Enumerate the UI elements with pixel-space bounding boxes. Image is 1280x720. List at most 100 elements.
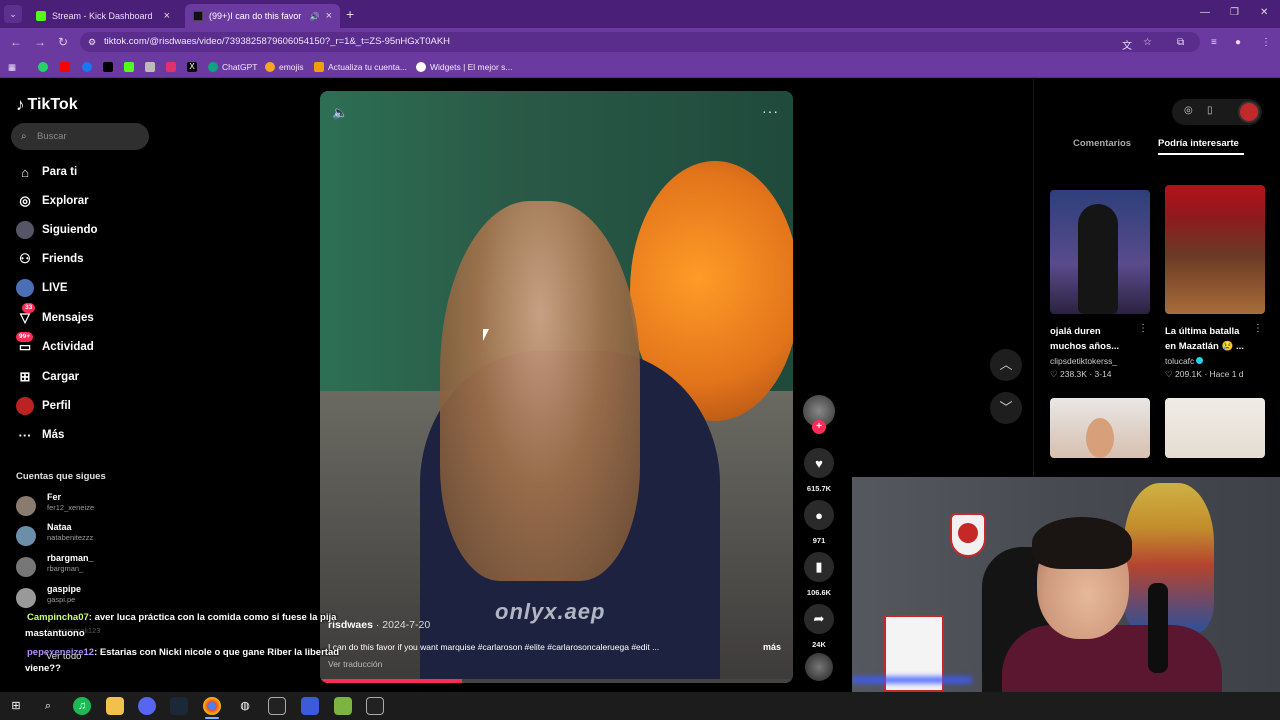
previous-video-button[interactable]: ︿ (990, 349, 1022, 381)
video-author[interactable]: risdwaes · 2024-7-20 (328, 619, 430, 631)
nav-siguiendo[interactable]: Siguiendo (16, 219, 98, 241)
steam-icon[interactable] (170, 697, 188, 715)
profile-avatar-icon[interactable]: ● (1235, 37, 1241, 48)
video-player[interactable]: 🔈 ··· onlyx.aep risdwaes · 2024-7-20 I c… (320, 91, 793, 683)
bookmark-star-icon[interactable]: ☆ (1143, 37, 1152, 48)
search-input[interactable]: ⌕ Buscar (11, 123, 149, 150)
heart-outline-icon: ♡ (1050, 369, 1058, 379)
heart-icon[interactable]: ♥ (804, 448, 834, 478)
nav-mas[interactable]: ··· Más (16, 424, 65, 446)
site-info-icon[interactable]: ⚙ (88, 32, 96, 52)
more-options-icon[interactable]: ··· (762, 103, 779, 119)
bookmark-chatgpt[interactable]: ChatGPT (208, 60, 257, 74)
card-user[interactable]: tolucafc (1165, 356, 1265, 366)
obs-icon[interactable]: ◍ (236, 697, 254, 715)
device-icon[interactable]: ▯ (1207, 105, 1213, 116)
suggested-video-card[interactable]: ⋮ La última batalla en Mazatlán 😢 ... to… (1165, 185, 1265, 380)
translate-button[interactable]: Ver traducción (328, 659, 382, 669)
restore-icon[interactable]: ❐ (1230, 7, 1239, 18)
bookmark-whatsapp[interactable] (38, 60, 48, 74)
nav-perfil[interactable]: Perfil (16, 395, 71, 417)
bookmark-kick[interactable] (124, 60, 134, 74)
sound-disc-icon[interactable] (805, 653, 833, 681)
nav-actividad[interactable]: ▭ 99+ Actividad (16, 332, 94, 358)
like-action[interactable]: ♥ 615.7K (803, 448, 835, 493)
close-tab-icon[interactable]: × (326, 10, 332, 22)
comment-action[interactable]: ● 971 (803, 500, 835, 545)
browser-tab-tiktok[interactable]: (99+)I can do this favor if y 🔊 × (185, 4, 340, 28)
nav-para-ti[interactable]: ⌂ Para ti (16, 161, 77, 183)
close-window-icon[interactable]: ✕ (1260, 7, 1268, 18)
nav-label: LIVE (42, 282, 68, 294)
apps-grid-icon[interactable]: ▦ (8, 60, 16, 74)
reload-icon[interactable]: ↻ (58, 35, 68, 49)
speaker-icon[interactable]: 🔊 (310, 12, 320, 21)
nav-mensajes[interactable]: ▽ 33 Mensajes (16, 303, 94, 329)
share-icon[interactable]: ➦ (804, 604, 834, 634)
nav-label: Más (42, 429, 65, 441)
tab-comments[interactable]: Comentarios (1073, 138, 1131, 149)
capcut-icon-2[interactable] (366, 697, 384, 715)
share-action[interactable]: ➦ 24K (803, 604, 835, 649)
forward-icon[interactable]: → (34, 35, 46, 49)
bookmark-mail[interactable] (145, 60, 155, 74)
translate-icon[interactable]: 文 (1122, 37, 1132, 52)
nav-friends[interactable]: ⚇ Friends (16, 248, 83, 270)
new-tab-button[interactable]: + (346, 6, 354, 22)
chrome-icon[interactable] (203, 697, 221, 715)
comment-icon[interactable]: ● (804, 500, 834, 530)
chevron-down-icon: ﹀ (999, 400, 1013, 415)
discord-icon[interactable] (138, 697, 156, 715)
spotify-icon[interactable]: ♫ (73, 697, 91, 715)
bookmark-tiktok[interactable] (103, 60, 113, 74)
search-icon[interactable]: ⌕ (39, 697, 57, 715)
profile-avatar[interactable] (1238, 101, 1260, 123)
menu-kebab-icon[interactable]: ⋮ (1261, 37, 1271, 48)
extensions-icon[interactable]: ⧉ (1177, 37, 1184, 48)
app-icon[interactable] (301, 697, 319, 715)
suggested-video-card[interactable]: ⋮ ojalá duren muchos años... clipsdetikt… (1050, 190, 1150, 380)
bookmark-emojis[interactable]: emojis (265, 60, 304, 74)
card-more-icon[interactable]: ⋮ (1253, 323, 1263, 334)
nav-explorar[interactable]: ◎ Explorar (16, 190, 88, 212)
minecraft-icon[interactable] (334, 697, 352, 715)
video-thumbnail[interactable] (1165, 398, 1265, 458)
compass-small-icon[interactable]: ◎ (1184, 105, 1193, 116)
browser-tab-kick[interactable]: Stream - Kick Dashboard × (28, 4, 178, 28)
suggested-video-card[interactable] (1165, 398, 1265, 458)
close-tab-icon[interactable]: × (164, 10, 170, 22)
bookmark-icon[interactable]: ▮ (804, 552, 834, 582)
capcut-icon[interactable] (268, 697, 286, 715)
back-icon[interactable]: ← (10, 35, 22, 49)
bookmark-widgets[interactable]: Widgets | El mejor s... (416, 60, 513, 74)
nav-live[interactable]: LIVE (16, 277, 68, 299)
windows-start-icon[interactable]: ⊞ (7, 697, 25, 715)
next-video-button[interactable]: ﹀ (990, 392, 1022, 424)
tab-search-button[interactable]: ⌄ (4, 5, 22, 23)
video-thumbnail[interactable] (1165, 185, 1265, 314)
address-bar[interactable]: ⚙ tiktok.com/@risdwaes/video/73938258796… (80, 32, 1200, 52)
bookmark-instagram[interactable] (166, 60, 176, 74)
video-progress-bar[interactable] (320, 679, 793, 683)
bookmark-youtube[interactable] (60, 60, 70, 74)
tiktok-logo[interactable]: ♪ TikTok (16, 95, 78, 115)
nav-label: Cargar (42, 371, 80, 383)
save-action[interactable]: ▮ 106.6K (803, 552, 835, 597)
suggested-video-card[interactable] (1050, 398, 1150, 458)
card-user[interactable]: clipsdetiktokerss_ (1050, 356, 1150, 366)
nav-cargar[interactable]: ⊞ Cargar (16, 366, 80, 388)
chat-see-all[interactable]: Ver todo (46, 651, 81, 662)
reading-list-icon[interactable]: ≡ (1211, 37, 1217, 48)
video-thumbnail[interactable] (1050, 190, 1150, 314)
bookmark-x[interactable]: X (187, 60, 197, 74)
bookmark-actualiza[interactable]: Actualiza tu cuenta... (314, 60, 407, 74)
video-thumbnail[interactable] (1050, 398, 1150, 458)
caption-more-button[interactable]: más (763, 642, 781, 652)
file-explorer-icon[interactable] (106, 697, 124, 715)
minimize-icon[interactable]: — (1200, 7, 1210, 18)
tab-podria-interesarte[interactable]: Podría interesarte (1158, 138, 1239, 149)
bookmark-messenger[interactable] (82, 60, 92, 74)
follow-plus-icon[interactable]: + (812, 420, 826, 434)
volume-icon[interactable]: 🔈 (332, 105, 348, 121)
card-more-icon[interactable]: ⋮ (1138, 323, 1148, 334)
